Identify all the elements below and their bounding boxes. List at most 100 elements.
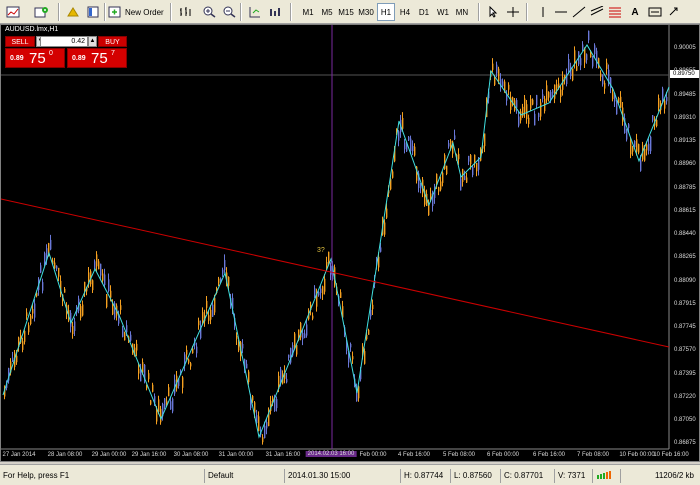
period-d1[interactable]: D1 [415,3,433,21]
price-chart[interactable] [1,25,699,461]
candle-body [438,187,440,192]
navigator-icon[interactable] [84,3,102,21]
sell-price-button[interactable]: 0.89 75 0 [5,48,65,68]
candle-body [518,116,520,126]
date-label: 31 Jan 16:00 [265,452,301,458]
candle-body [28,325,30,333]
trendline-icon[interactable] [570,3,588,21]
indicators-icon[interactable] [266,3,284,21]
candle-body [542,94,544,99]
candle-body [54,262,56,269]
zoom-out-icon[interactable] [220,3,238,21]
candle-body [258,416,260,432]
price-label: 0.89310 [674,114,696,121]
date-label: 31 Jan 00:00 [218,452,254,458]
candle-body [420,185,422,189]
new-chart-icon[interactable] [4,3,22,21]
connection-status-icon[interactable] [592,469,620,483]
vertical-line-icon[interactable] [534,3,552,21]
price-label: 0.88265 [674,254,696,261]
candle-body [364,351,366,364]
candle-body [12,357,14,362]
candle-body [666,97,668,102]
candle-body [208,315,210,321]
cursor-icon[interactable] [484,3,502,21]
period-w1[interactable]: W1 [434,3,452,21]
candle-body [384,222,386,235]
lot-increase-button[interactable]: ▲ [88,36,97,47]
candle-body [136,343,138,351]
date-label: 10 Feb 16:00 [653,452,689,458]
candle-body [552,90,554,94]
candle-body [228,277,230,286]
candle-body [580,58,582,66]
bar-volume: V: 7371 [554,469,592,483]
candle-body [50,239,52,250]
market-watch-icon[interactable] [64,3,82,21]
chart-window[interactable]: AUDUSD.lmx,H1 3? SELL ▼ ▲ BUY 0.89 75 0 … [0,24,700,462]
candle-body [306,324,308,336]
candle-body [320,288,322,293]
period-m1[interactable]: M1 [299,3,317,21]
buy-price-button[interactable]: 0.89 75 7 [67,48,127,68]
candle-body [662,88,664,100]
candle-body [408,136,410,141]
period-h4[interactable]: H4 [396,3,414,21]
chart-shift-icon[interactable] [246,3,264,21]
highlighted-date-label: 2014.02.03 16:00 [305,451,357,457]
candle-body [172,398,174,412]
text-icon[interactable]: A [626,3,644,21]
candle-body [498,68,500,82]
period-h1[interactable]: H1 [377,3,395,21]
candle-body [398,131,400,141]
candle-body [508,84,510,90]
fibonacci-icon[interactable] [606,3,624,21]
period-m30[interactable]: M30 [357,3,375,21]
candle-body [554,84,556,99]
date-label: Feb 00:00 [359,452,387,458]
date-label: 29 Jan 16:00 [131,452,167,458]
candle-body [124,333,126,341]
candle-body [160,408,162,423]
candle-body [538,113,540,118]
candle-body [404,142,406,150]
candle-body [534,113,536,126]
candle-body [40,265,42,273]
candle-body [476,162,478,172]
candle-body [58,267,60,277]
candle-body [312,315,314,319]
candle-body [448,143,450,147]
candle-body [638,144,640,153]
crosshair-icon[interactable] [504,3,522,21]
channel-icon[interactable] [588,3,606,21]
candle-body [224,260,226,271]
price-label: 0.87745 [674,324,696,330]
candle-body [574,50,576,64]
candle-body [594,45,596,55]
candle-body [246,363,248,369]
candle-body [24,330,26,342]
sell-button[interactable]: SELL [5,36,35,47]
new-order-button[interactable]: New Order [108,3,164,21]
profiles-icon[interactable] [32,3,50,21]
candle-body [322,286,324,295]
period-m5[interactable]: M5 [318,3,336,21]
candle-body [588,30,590,41]
candle-body [370,309,372,317]
buy-button[interactable]: BUY [98,36,127,47]
horizontal-line-icon[interactable] [552,3,570,21]
candle-body [492,63,494,70]
zoom-in-icon[interactable] [200,3,218,21]
period-mn[interactable]: MN [453,3,471,21]
label-icon[interactable] [646,3,664,21]
candle-body [152,384,154,392]
lot-size-input[interactable] [40,36,88,47]
bar-chart-icon[interactable] [176,3,194,21]
arrows-icon[interactable] [666,3,684,21]
sell-price-big: 75 [29,50,46,67]
period-m15[interactable]: M15 [337,3,355,21]
profile-name: Default [204,469,284,483]
candle-body [120,305,122,310]
candle-body [646,144,648,151]
candle-body [318,291,320,296]
